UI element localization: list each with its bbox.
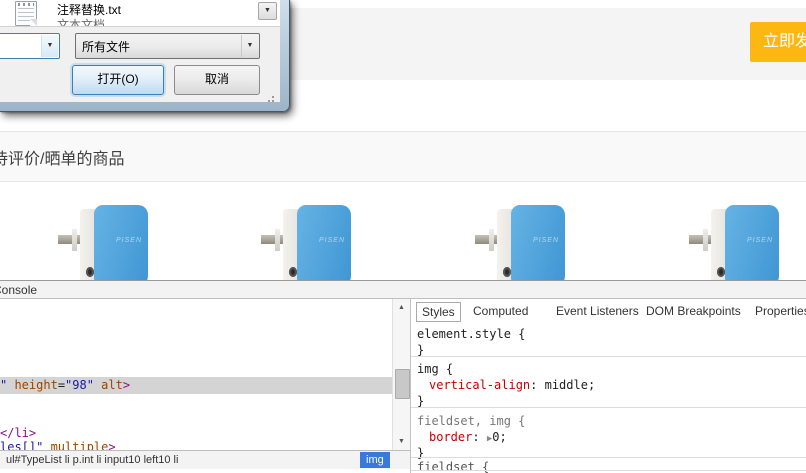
- charger-port: [86, 267, 94, 277]
- tab-event-listeners[interactable]: Event Listeners: [551, 302, 644, 320]
- tab-computed[interactable]: Computed: [468, 302, 533, 320]
- dialog-client-area: 注释替换.txt 文本文档 ▼ ▼ 所有文件 ▼ 打开(O) 取消: [0, 0, 280, 102]
- css-property[interactable]: vertical-align: middle;: [417, 377, 595, 393]
- charger-face: PISEN: [725, 205, 779, 287]
- filename-combobox[interactable]: ▼: [0, 33, 60, 59]
- breadcrumb: ul#TypeList li p.int li input10 left10 l…: [0, 450, 410, 469]
- product-image[interactable]: PISEN: [261, 203, 351, 287]
- publish-now-button[interactable]: 立即发表: [750, 22, 806, 62]
- breadcrumb-selected[interactable]: img: [360, 452, 390, 468]
- charger-clip: [703, 229, 708, 251]
- devtools-panel: Console " height="98" alt> </li> les[]" …: [0, 280, 806, 473]
- brand-label: PISEN: [533, 237, 559, 244]
- chevron-down-icon[interactable]: ▼: [241, 35, 258, 57]
- screen: 立即发表 待评价/晒单的商品 PISEN PISEN PISEN: [0, 0, 806, 473]
- filetype-value: 所有文件: [82, 38, 130, 55]
- file-type-label: 文本文档: [57, 16, 105, 27]
- cancel-button[interactable]: 取消: [174, 65, 260, 95]
- text-file-icon: [15, 1, 37, 26]
- breadcrumb-path[interactable]: ul#TypeList li p.int li input10 left10 l…: [6, 454, 178, 466]
- charger-face: PISEN: [297, 205, 351, 287]
- file-list[interactable]: 注释替换.txt 文本文档 ▼: [0, 0, 280, 27]
- charger-clip: [72, 229, 77, 251]
- scrollbar-thumb[interactable]: [395, 369, 410, 399]
- charger-face: PISEN: [94, 205, 148, 287]
- devtools-tabbar: Console: [0, 281, 806, 299]
- dom-node-selected[interactable]: " height="98" alt>: [0, 377, 392, 394]
- charger-port: [717, 267, 725, 277]
- css-property[interactable]: border: ▶0;: [417, 429, 507, 447]
- rule-separator: [411, 457, 806, 458]
- charger-port: [289, 267, 297, 277]
- section-header-band: 待评价/晒单的商品: [0, 131, 806, 182]
- brand-label: PISEN: [319, 237, 345, 244]
- product-image[interactable]: PISEN: [689, 203, 779, 287]
- tab-properties[interactable]: Properties: [750, 302, 806, 320]
- section-title: 待评价/晒单的商品: [0, 145, 124, 169]
- rule-separator: [411, 470, 806, 471]
- charger-clip: [489, 229, 494, 251]
- file-open-dialog: 注释替换.txt 文本文档 ▼ ▼ 所有文件 ▼ 打开(O) 取消: [0, 0, 290, 112]
- resize-grip[interactable]: [272, 96, 274, 98]
- rule-separator: [411, 407, 806, 408]
- tab-dom-breakpoints[interactable]: DOM Breakpoints: [641, 302, 746, 320]
- tab-console[interactable]: Console: [0, 281, 43, 297]
- charger-port: [503, 267, 511, 277]
- filetype-combobox[interactable]: 所有文件 ▼: [75, 33, 260, 59]
- brand-label: PISEN: [116, 237, 142, 244]
- open-button[interactable]: 打开(O): [72, 65, 164, 95]
- css-rule-selector[interactable]: fieldset, img {: [417, 413, 525, 429]
- notepad-rings-icon: [18, 3, 34, 6]
- styles-tabbar: Styles Computed Event Listeners DOM Brea…: [411, 299, 806, 323]
- product-image[interactable]: PISEN: [475, 203, 565, 287]
- scroll-down-icon[interactable]: ▼: [394, 434, 409, 449]
- product-image[interactable]: PISEN: [58, 203, 148, 287]
- charger-face: PISEN: [511, 205, 565, 287]
- elements-scrollbar[interactable]: ▲ ▼: [392, 299, 410, 450]
- styles-sidebar: Styles Computed Event Listeners DOM Brea…: [410, 299, 806, 473]
- list-scroll-down-icon[interactable]: ▼: [258, 2, 277, 20]
- brand-label: PISEN: [747, 237, 773, 244]
- chevron-down-icon[interactable]: ▼: [41, 35, 58, 57]
- tab-styles[interactable]: Styles: [416, 302, 461, 322]
- css-rule-selector[interactable]: element.style {: [417, 326, 525, 342]
- elements-tree-pane: " height="98" alt> </li> les[]" multiple…: [0, 299, 410, 473]
- css-rule-selector[interactable]: img {: [417, 361, 453, 377]
- scroll-up-icon[interactable]: ▲: [394, 300, 409, 315]
- rule-separator: [411, 356, 806, 357]
- charger-clip: [275, 229, 280, 251]
